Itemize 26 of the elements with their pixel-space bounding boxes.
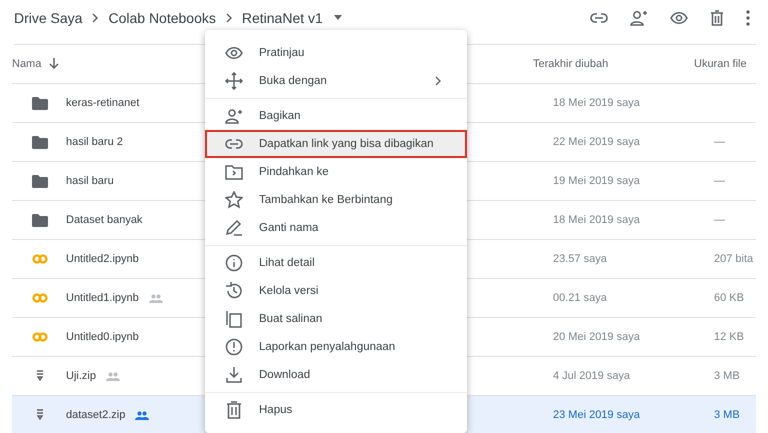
modified-date: 19 Mei 2019 saya bbox=[553, 175, 640, 187]
modified-date: 22 Mei 2019 saya bbox=[553, 136, 640, 148]
file-size: 207 bita bbox=[714, 253, 754, 265]
file-name: Uji.zip bbox=[66, 370, 96, 382]
file-name: Untitled2.ipynb bbox=[66, 253, 139, 265]
file-size: — bbox=[714, 175, 725, 187]
file-name: hasil baru 2 bbox=[66, 136, 123, 148]
file-name: Untitled0.ipynb bbox=[66, 331, 139, 343]
file-size: 12 KB bbox=[714, 331, 744, 343]
file-size: — bbox=[714, 214, 725, 226]
file-name: hasil baru bbox=[66, 175, 114, 187]
modified-date: 4 Jul 2019 saya bbox=[553, 370, 630, 382]
file-size: 3 MB bbox=[714, 409, 740, 421]
file-name: dataset2.zip bbox=[66, 409, 126, 421]
modified-date: 18 Mei 2019 saya bbox=[553, 214, 640, 226]
file-size: 60 KB bbox=[714, 292, 744, 304]
file-name: keras-retinanet bbox=[66, 97, 140, 109]
file-size: 3 MB bbox=[714, 370, 740, 382]
modified-date: 00.21 saya bbox=[553, 292, 607, 304]
file-size: — bbox=[714, 136, 725, 148]
modified-date: 20 Mei 2019 saya bbox=[553, 331, 640, 343]
file-name: Dataset banyak bbox=[66, 214, 142, 226]
modified-date: 18 Mei 2019 saya bbox=[553, 97, 640, 109]
modified-date: 23 Mei 2019 saya bbox=[553, 409, 640, 421]
modified-date: 23.57 saya bbox=[553, 253, 607, 265]
file-name: Untitled1.ipynb bbox=[66, 292, 139, 304]
